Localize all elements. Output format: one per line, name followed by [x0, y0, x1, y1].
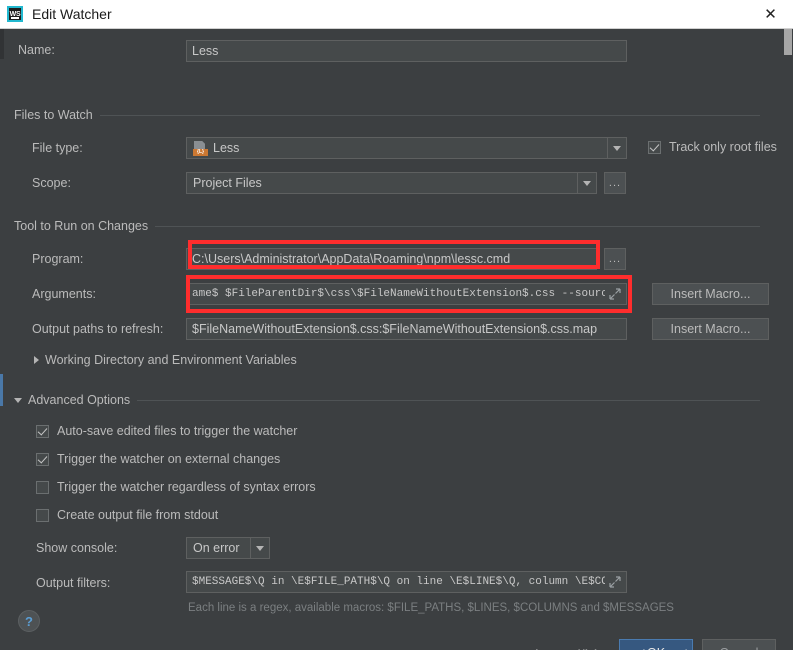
- checkbox-row-stdout[interactable]: Create output file from stdout: [36, 508, 218, 522]
- tool-to-run-title: Tool to Run on Changes: [14, 219, 149, 233]
- show-console-row: Show console:: [36, 541, 117, 555]
- stdout-label: Create output file from stdout: [57, 508, 219, 522]
- track-only-root-files-row[interactable]: Track only root files: [648, 140, 777, 154]
- scope-row: Scope:: [32, 176, 71, 190]
- syntax-errors-checkbox[interactable]: [36, 480, 49, 494]
- output-paths-row: Output paths to refresh:: [32, 322, 163, 336]
- arguments-row: Arguments:: [32, 287, 96, 301]
- program-input[interactable]: C:\Users\Administrator\AppData\Roaming\n…: [186, 248, 597, 270]
- chevron-down-icon: [613, 145, 621, 151]
- name-row: Name:: [18, 43, 55, 57]
- webstorm-icon: WS: [7, 6, 23, 22]
- auto-save-checkbox[interactable]: [36, 424, 49, 438]
- expand-editor-icon[interactable]: [609, 576, 621, 588]
- tool-to-run-group: Tool to Run on Changes: [14, 219, 774, 233]
- file-type-row: File type:: [32, 141, 83, 155]
- working-directory-label: Working Directory and Environment Variab…: [45, 353, 297, 367]
- scope-browse-button[interactable]: ...: [604, 172, 626, 194]
- insert-macro-output-paths-button[interactable]: Insert Macro...: [652, 318, 769, 340]
- scope-label: Scope:: [32, 176, 71, 190]
- arguments-input-text: ame$ $FileParentDir$\css\$FileNameWithou…: [192, 288, 605, 300]
- show-console-value: On error: [193, 541, 240, 555]
- output-paths-label: Output paths to refresh:: [32, 322, 164, 336]
- file-type-label: File type:: [32, 141, 83, 155]
- files-to-watch-group: Files to Watch: [14, 108, 774, 122]
- chevron-right-icon: [34, 356, 39, 364]
- program-label: Program:: [32, 252, 84, 266]
- output-filters-hint: Each line is a regex, available macros: …: [188, 602, 674, 614]
- scope-value: Project Files: [193, 176, 262, 190]
- help-button[interactable]: ?: [18, 610, 40, 632]
- advanced-options-group[interactable]: Advanced Options: [14, 393, 774, 407]
- advanced-options-header[interactable]: Advanced Options: [14, 393, 137, 407]
- track-only-root-files-label: Track only root files: [669, 140, 777, 154]
- output-paths-input[interactable]: $FileNameWithoutExtension$.css:$FileName…: [186, 318, 627, 340]
- tool-to-run-separator: [155, 225, 760, 227]
- show-console-dropdown-arrow[interactable]: [250, 538, 269, 558]
- less-file-icon-text: {L}: [193, 148, 208, 156]
- dialog-content: Name: Less Files to Watch File type: {L}…: [0, 29, 787, 650]
- name-label: Name:: [18, 43, 55, 57]
- chevron-down-icon: [14, 397, 22, 403]
- close-icon[interactable]: ✕: [748, 0, 793, 28]
- file-type-value: Less: [213, 141, 240, 155]
- output-filters-input[interactable]: $MESSAGE$\Q in \E$FILE_PATH$\Q on line \…: [186, 571, 627, 593]
- dialog-title: Edit Watcher: [32, 6, 112, 22]
- insert-macro-arguments-button[interactable]: Insert Macro...: [652, 283, 769, 305]
- file-type-dropdown-arrow[interactable]: [607, 138, 626, 158]
- chevron-down-icon: [583, 180, 591, 186]
- output-filters-row: Output filters:: [36, 576, 110, 590]
- program-browse-button[interactable]: ...: [604, 248, 626, 270]
- checkbox-row-external-changes[interactable]: Trigger the watcher on external changes: [36, 452, 280, 466]
- file-type-combo[interactable]: {L} Less: [186, 137, 627, 159]
- webstorm-icon-text: WS: [9, 10, 21, 18]
- scope-combo[interactable]: Project Files: [186, 172, 597, 194]
- show-console-combo[interactable]: On error: [186, 537, 270, 559]
- vertical-scrollbar-thumb[interactable]: [784, 29, 792, 55]
- title-bar: WS Edit Watcher ✕: [0, 0, 793, 29]
- checkbox-row-syntax-errors[interactable]: Trigger the watcher regardless of syntax…: [36, 480, 316, 494]
- file-type-combo-text: {L} Less: [187, 140, 607, 156]
- output-filters-input-text: $MESSAGE$\Q in \E$FILE_PATH$\Q on line \…: [192, 576, 605, 588]
- name-input[interactable]: Less: [186, 40, 627, 62]
- advanced-options-separator: [137, 399, 760, 401]
- vertical-scrollbar[interactable]: [783, 29, 793, 650]
- arguments-label: Arguments:: [32, 287, 96, 301]
- less-file-icon: {L}: [193, 140, 208, 156]
- scope-dropdown-arrow[interactable]: [577, 173, 596, 193]
- expand-editor-icon[interactable]: [609, 288, 621, 300]
- syntax-errors-label: Trigger the watcher regardless of syntax…: [57, 480, 316, 494]
- external-changes-checkbox[interactable]: [36, 452, 49, 466]
- stdout-checkbox[interactable]: [36, 508, 49, 522]
- working-directory-section[interactable]: Working Directory and Environment Variab…: [34, 353, 297, 367]
- external-changes-label: Trigger the watcher on external changes: [57, 452, 281, 466]
- output-filters-label: Output filters:: [36, 576, 111, 590]
- checkbox-row-auto-save[interactable]: Auto-save edited files to trigger the wa…: [36, 424, 297, 438]
- program-row: Program:: [32, 252, 83, 266]
- arguments-input[interactable]: ame$ $FileParentDir$\css\$FileNameWithou…: [186, 283, 627, 305]
- dialog-body: Name: Less Files to Watch File type: {L}…: [0, 29, 793, 650]
- edit-watcher-dialog: WS Edit Watcher ✕ Name: Less Files to Wa…: [0, 0, 793, 650]
- files-to-watch-separator: [99, 114, 760, 116]
- chevron-down-icon: [256, 545, 264, 551]
- track-only-root-files-checkbox[interactable]: [648, 140, 661, 154]
- show-console-label: Show console:: [36, 541, 118, 555]
- advanced-options-title: Advanced Options: [28, 393, 131, 407]
- files-to-watch-title: Files to Watch: [14, 108, 93, 122]
- auto-save-label: Auto-save edited files to trigger the wa…: [57, 424, 298, 438]
